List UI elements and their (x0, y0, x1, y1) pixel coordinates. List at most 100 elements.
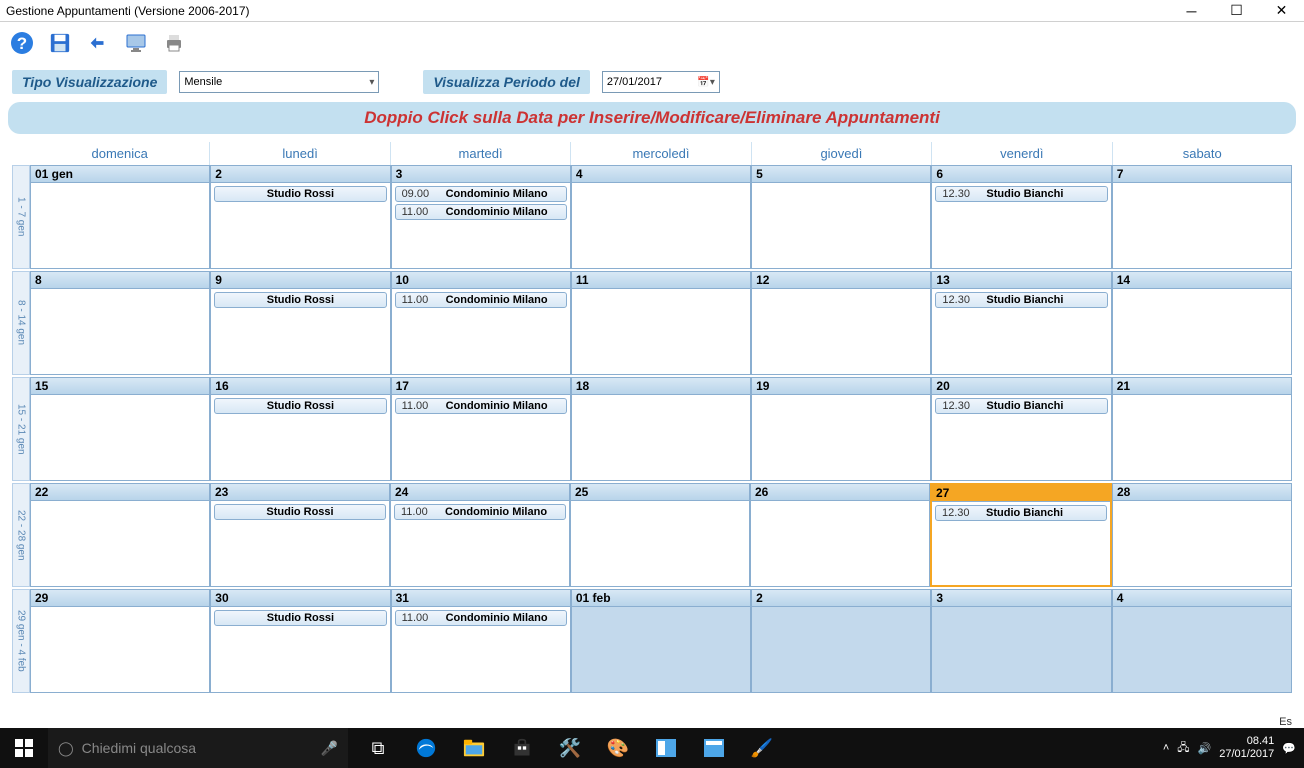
period-date-picker[interactable]: 27/01/2017 📅▾ (602, 71, 720, 93)
day-cell[interactable]: 2 (751, 589, 931, 693)
day-number: 4 (572, 166, 750, 183)
appointment-time: 12.30 (942, 507, 976, 519)
day-cell[interactable]: 01 gen (30, 165, 210, 269)
day-cell[interactable]: 16Studio Rossi (210, 377, 390, 481)
day-cell[interactable]: 9Studio Rossi (210, 271, 390, 375)
appointment[interactable]: Studio Rossi (214, 186, 386, 202)
appointment[interactable]: 12.30Studio Bianchi (935, 505, 1107, 521)
day-cell[interactable]: 26 (750, 483, 930, 587)
day-cell[interactable]: 12 (751, 271, 931, 375)
mic-icon[interactable]: 🎤 (321, 740, 338, 757)
close-button[interactable]: ✕ (1259, 0, 1304, 22)
day-cell[interactable]: 22 (30, 483, 210, 587)
day-cell[interactable]: 1011.00Condominio Milano (391, 271, 571, 375)
appointment[interactable]: 11.00Condominio Milano (394, 504, 566, 520)
maximize-button[interactable]: ☐ (1214, 0, 1259, 22)
cortana-search[interactable]: ◯ Chiedimi qualcosa 🎤 (48, 728, 348, 768)
day-body (752, 183, 930, 268)
appointment[interactable]: 09.00Condominio Milano (395, 186, 567, 202)
monitor-icon[interactable] (122, 29, 150, 57)
day-cell[interactable]: 25 (570, 483, 750, 587)
day-cell[interactable]: 21 (1112, 377, 1292, 481)
day-cell[interactable]: 2411.00Condominio Milano (390, 483, 570, 587)
day-body (1113, 183, 1291, 268)
instruction-banner: Doppio Click sulla Data per Inserire/Mod… (8, 102, 1296, 134)
appointment[interactable]: 12.30Studio Bianchi (935, 186, 1107, 202)
tray-chevron-icon[interactable]: ˄ (1163, 742, 1169, 754)
day-cell[interactable]: 27 12.30Studio Bianchi (930, 483, 1112, 587)
day-cell[interactable]: 1312.30Studio Bianchi (931, 271, 1111, 375)
day-cell[interactable]: 2012.30Studio Bianchi (931, 377, 1111, 481)
appointment[interactable]: Studio Rossi (214, 504, 386, 520)
appointment-time: 12.30 (942, 400, 976, 412)
viz-type-select[interactable]: Mensile ▾ (179, 71, 379, 93)
day-number: 27 (932, 485, 1110, 502)
day-cell[interactable]: 2Studio Rossi (210, 165, 390, 269)
controls-row: Tipo Visualizzazione Mensile ▾ Visualizz… (0, 64, 1304, 100)
edge-icon[interactable] (402, 728, 450, 768)
help-icon[interactable]: ? (8, 29, 36, 57)
appointment[interactable]: Studio Rossi (214, 398, 386, 414)
paint-icon[interactable]: 🖌️ (738, 728, 786, 768)
week-row: 22 - 28 gen2223Studio Rossi2411.00Condom… (12, 483, 1292, 587)
taskbar-apps: ⧉ 🛠️ 🎨 🖌️ (354, 728, 786, 768)
week-row: 15 - 21 gen1516Studio Rossi1711.00Condom… (12, 377, 1292, 481)
appointment-time: 11.00 (401, 506, 435, 518)
appointment-time: 11.00 (402, 612, 436, 624)
save-icon[interactable] (46, 29, 74, 57)
notifications-icon[interactable]: 💬 (1282, 742, 1296, 755)
day-body (932, 607, 1110, 692)
app-icon-3[interactable] (642, 728, 690, 768)
minimize-button[interactable]: ─ (1169, 0, 1214, 22)
day-cell[interactable]: 30 Studio Rossi (210, 589, 390, 693)
day-cell[interactable]: 01 feb (571, 589, 751, 693)
day-number: 01 feb (572, 590, 750, 607)
explorer-icon[interactable] (450, 728, 498, 768)
appointment[interactable]: 12.30Studio Bianchi (935, 292, 1107, 308)
appointment[interactable]: 11.00Condominio Milano (395, 292, 567, 308)
day-cell[interactable]: 4 (571, 165, 751, 269)
day-cell[interactable]: 14 (1112, 271, 1292, 375)
network-icon[interactable]: 🖧 (1177, 739, 1189, 758)
day-cell[interactable]: 18 (571, 377, 751, 481)
appointment-time: 11.00 (402, 400, 436, 412)
day-header: mercoledì (570, 142, 750, 165)
appointment[interactable]: 11.00Condominio Milano (395, 610, 567, 626)
appointment[interactable]: 11.00Condominio Milano (395, 398, 567, 414)
appointment[interactable]: 12.30 Studio Bianchi (935, 398, 1107, 414)
appointment[interactable]: 11.00Condominio Milano (395, 204, 567, 220)
day-cell[interactable]: 15 (30, 377, 210, 481)
appointment[interactable]: Studio Rossi (214, 292, 386, 308)
day-cell[interactable]: 8 (30, 271, 210, 375)
store-icon[interactable] (498, 728, 546, 768)
day-cell[interactable]: 309.00Condominio Milano11.00Condominio M… (391, 165, 571, 269)
day-cell[interactable]: 3111.00Condominio Milano (391, 589, 571, 693)
day-cell[interactable]: 1711.00Condominio Milano (391, 377, 571, 481)
volume-icon[interactable]: 🔊 (1198, 742, 1212, 755)
start-button[interactable] (0, 728, 48, 768)
app-icon-1[interactable]: 🛠️ (546, 728, 594, 768)
day-cell[interactable]: 28 (1112, 483, 1292, 587)
undo-icon[interactable] (84, 29, 112, 57)
task-view-icon[interactable]: ⧉ (354, 728, 402, 768)
day-body (572, 289, 750, 374)
day-number: 22 (31, 484, 209, 501)
day-cell[interactable]: 4 (1112, 589, 1292, 693)
day-number: 2 (752, 590, 930, 607)
day-cell[interactable]: 3 (931, 589, 1111, 693)
tray-clock[interactable]: 08.41 27/01/2017 (1219, 735, 1274, 761)
day-cell[interactable]: 29 (30, 589, 210, 693)
appointment[interactable]: Studio Rossi (214, 610, 386, 626)
day-number: 30 (211, 590, 389, 607)
week-label: 1 - 7 gen (12, 165, 30, 269)
day-cell[interactable]: 23Studio Rossi (210, 483, 390, 587)
print-icon[interactable] (160, 29, 188, 57)
day-cell[interactable]: 7 (1112, 165, 1292, 269)
app-icon-4[interactable] (690, 728, 738, 768)
day-cell[interactable]: 19 (751, 377, 931, 481)
day-cell[interactable]: 5 (751, 165, 931, 269)
day-cell[interactable]: 612.30Studio Bianchi (931, 165, 1111, 269)
day-cell[interactable]: 11 (571, 271, 751, 375)
app-icon-2[interactable]: 🎨 (594, 728, 642, 768)
appointment-title: Studio Bianchi (986, 400, 1063, 412)
